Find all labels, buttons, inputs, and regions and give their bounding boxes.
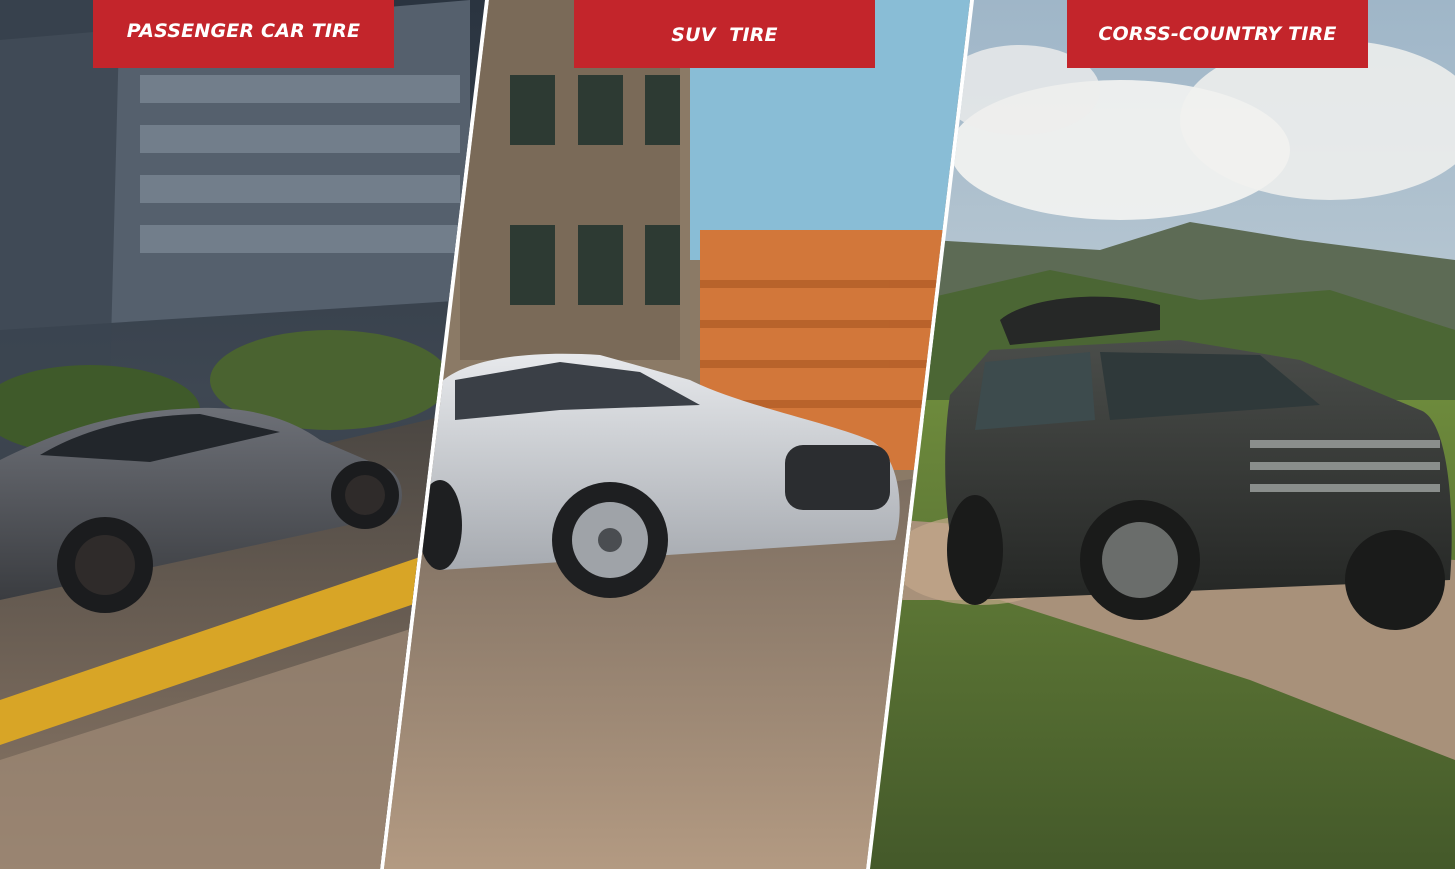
tire-category-banner: PASSENGER CAR TIRE SUV TIRE CORSS-COUNTR… [0,0,1455,869]
cross-country-tire-label[interactable]: CORSS-COUNTRY TIRE [1067,0,1368,68]
suv-tire-label[interactable]: SUV TIRE [574,0,875,68]
passenger-car-tire-label[interactable]: PASSENGER CAR TIRE [93,0,394,68]
